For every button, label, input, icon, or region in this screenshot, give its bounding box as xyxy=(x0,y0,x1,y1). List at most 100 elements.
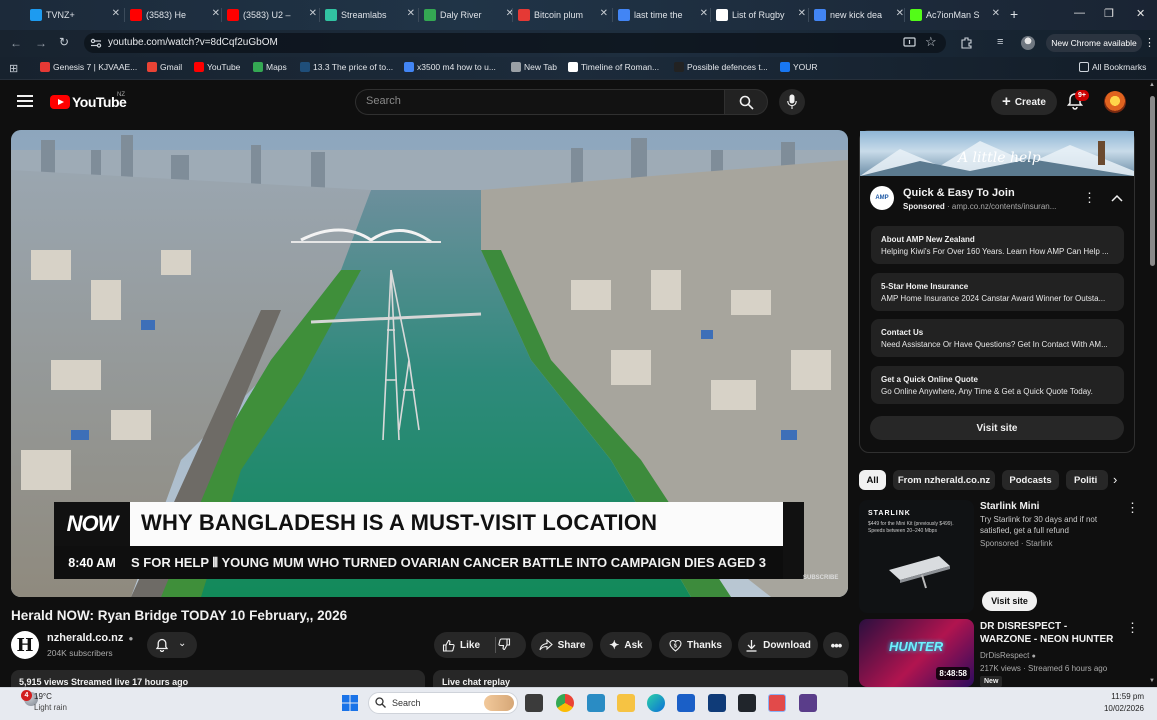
voice-search-button[interactable] xyxy=(779,89,805,115)
bookmark-item[interactable]: Maps xyxy=(253,62,287,72)
browser-tab[interactable]: Ac7ionMan S ✕ xyxy=(910,4,1002,26)
minimize-button[interactable]: — xyxy=(1074,7,1085,19)
chip-all[interactable]: All xyxy=(859,470,886,490)
advertiser-logo[interactable]: AMP xyxy=(870,186,894,210)
ad-sitelink[interactable] xyxy=(871,226,1124,264)
forward-icon[interactable]: → xyxy=(35,36,47,50)
rec-menu-icon[interactable]: ⋮ xyxy=(1126,620,1139,636)
subscribe-watermark[interactable]: SUBSCRIBE xyxy=(803,575,838,581)
dislike-button[interactable] xyxy=(498,638,511,656)
new-tab-button[interactable]: + xyxy=(1010,6,1018,22)
close-tab-icon[interactable]: ✕ xyxy=(112,8,120,19)
hamburger-menu-icon[interactable] xyxy=(17,95,33,108)
ad-sitelink[interactable] xyxy=(871,273,1124,311)
outlook-icon[interactable] xyxy=(677,694,695,712)
scrollbar-thumb[interactable] xyxy=(1150,96,1155,266)
chip-politics[interactable]: Politi xyxy=(1066,470,1108,490)
taskbar-date[interactable]: 10/02/2026 xyxy=(1100,704,1144,713)
youtube-logo-icon[interactable] xyxy=(50,95,70,109)
browser-tab[interactable]: (3583) U2 – ✕ xyxy=(227,4,319,26)
collapse-chevron-icon[interactable] xyxy=(1111,194,1123,202)
store-icon[interactable] xyxy=(708,694,726,712)
close-tab-icon[interactable]: ✕ xyxy=(407,8,415,19)
share-button[interactable]: Share xyxy=(531,632,593,658)
bookmark-item[interactable]: YouTube xyxy=(194,62,240,72)
visit-site-button[interactable]: Visit site xyxy=(870,416,1124,440)
subscription-bell-button[interactable]: ⌄ xyxy=(147,632,197,658)
bookmark-star-icon[interactable]: ☆ xyxy=(925,34,937,50)
screen-recorder-icon[interactable] xyxy=(799,694,817,712)
url-text[interactable]: youtube.com/watch?v=8dCqf2uGbOM xyxy=(108,37,278,48)
back-icon[interactable]: ← xyxy=(10,36,22,50)
close-tab-icon[interactable]: ✕ xyxy=(798,8,806,19)
ad-sitelink[interactable] xyxy=(871,319,1124,357)
channel-avatar[interactable]: H xyxy=(11,631,39,659)
download-button[interactable]: Download xyxy=(738,632,818,658)
all-bookmarks-button[interactable]: All Bookmarks xyxy=(1079,62,1146,72)
chrome-menu-icon[interactable]: ⋮ xyxy=(1144,36,1155,49)
bookmark-item[interactable]: YOUR xyxy=(780,62,818,72)
browser-tab[interactable]: (3583) He ✕ xyxy=(130,4,222,26)
weather-condition[interactable]: Light rain xyxy=(34,703,67,712)
bookmark-item[interactable]: 13.3 The price of to... xyxy=(300,62,393,72)
browser-tab[interactable]: new kick dea ✕ xyxy=(814,4,906,26)
bookmark-item[interactable]: x3500 m4 how to u... xyxy=(404,62,496,72)
windows-start-icon[interactable] xyxy=(342,695,358,711)
chrome-taskbar-icon[interactable] xyxy=(556,694,574,712)
browser-tab[interactable]: Daly River ✕ xyxy=(424,4,516,26)
close-tab-icon[interactable]: ✕ xyxy=(309,8,317,19)
like-button[interactable]: Like xyxy=(442,639,480,652)
browser-tab[interactable]: List of Rugby ✕ xyxy=(716,4,808,26)
close-tab-icon[interactable]: ✕ xyxy=(992,8,1000,19)
ask-button[interactable]: ✦ Ask xyxy=(600,632,652,658)
close-window-button[interactable]: ✕ xyxy=(1136,7,1145,20)
site-info-icon[interactable] xyxy=(90,37,102,49)
thanks-button[interactable]: $ Thanks xyxy=(659,632,732,658)
browser-tab[interactable]: TVNZ+ ✕ xyxy=(30,4,122,26)
extensions-icon[interactable] xyxy=(960,36,973,49)
browser-tab[interactable]: Bitcoin plum ✕ xyxy=(518,4,610,26)
rec-menu-icon[interactable]: ⋮ xyxy=(1126,500,1139,516)
chip-podcasts[interactable]: Podcasts xyxy=(1002,470,1059,490)
ad-menu-icon[interactable]: ⋮ xyxy=(1083,190,1096,206)
bookmark-item[interactable]: Gmail xyxy=(147,62,182,72)
app-taskbar-icon[interactable] xyxy=(587,694,605,712)
bookmark-item[interactable]: Genesis 7 | KJVAAE... xyxy=(40,62,137,72)
account-avatar[interactable] xyxy=(1104,91,1126,113)
close-tab-icon[interactable]: ✕ xyxy=(212,8,220,19)
install-app-icon[interactable] xyxy=(903,37,916,49)
bookmark-item[interactable]: Possible defences t... xyxy=(674,62,768,72)
search-button[interactable] xyxy=(724,89,768,115)
reading-list-icon[interactable]: ≡ xyxy=(997,36,1003,48)
close-tab-icon[interactable]: ✕ xyxy=(896,8,904,19)
more-actions-button[interactable]: ••• xyxy=(823,632,849,658)
profile-avatar[interactable] xyxy=(1021,36,1035,50)
rec-title[interactable]: Starlink Mini xyxy=(980,500,1120,513)
channel-name[interactable]: nzherald.co.nz ● xyxy=(47,632,133,644)
create-button[interactable]: + Create xyxy=(991,89,1057,115)
chips-next-chevron-icon[interactable]: › xyxy=(1113,472,1117,487)
ad-title[interactable]: Quick & Easy To Join xyxy=(903,187,1015,199)
task-view-icon[interactable] xyxy=(525,694,543,712)
close-tab-icon[interactable]: ✕ xyxy=(600,8,608,19)
bookmark-item[interactable]: Timeline of Roman... xyxy=(568,62,659,72)
maximize-button[interactable]: ❐ xyxy=(1104,7,1114,20)
ad-sitelink[interactable] xyxy=(871,366,1124,404)
edge-icon[interactable] xyxy=(647,694,665,712)
apps-grid-icon[interactable]: ⊞ xyxy=(9,62,18,75)
file-explorer-icon[interactable] xyxy=(617,694,635,712)
scroll-up-arrow-icon[interactable]: ▲ xyxy=(1149,82,1155,88)
search-input[interactable] xyxy=(355,89,724,115)
close-tab-icon[interactable]: ✕ xyxy=(700,8,708,19)
rec-title[interactable]: DR DISRESPECT - WARZONE - NEON HUNTER xyxy=(980,620,1120,646)
browser-tab[interactable]: Streamlabs ✕ xyxy=(325,4,417,26)
drdisrespect-thumbnail[interactable]: HUNTER 8:48:58 xyxy=(859,619,974,687)
rec-visit-site-button[interactable]: Visit site xyxy=(982,591,1037,611)
new-chrome-available-button[interactable]: New Chrome available xyxy=(1046,34,1142,52)
scroll-down-arrow-icon[interactable]: ▼ xyxy=(1149,678,1155,684)
starlink-thumbnail[interactable]: STARLINK $449 for the Mini Kit (previous… xyxy=(859,500,974,613)
browser-tab[interactable]: last time the ✕ xyxy=(618,4,710,26)
taskbar-clock[interactable]: 11:59 pm xyxy=(1108,692,1144,701)
chip-from-nzherald[interactable]: From nzherald.co.nz xyxy=(893,470,995,490)
reload-icon[interactable]: ↻ xyxy=(59,35,69,49)
